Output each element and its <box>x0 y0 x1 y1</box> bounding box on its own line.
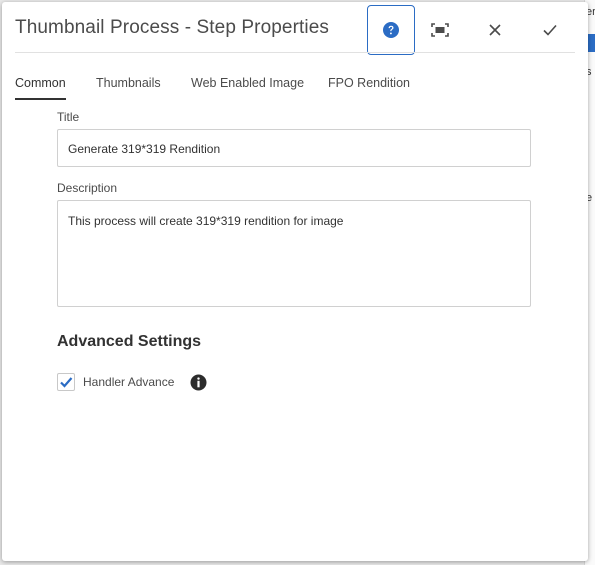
tab-web-enabled-image[interactable]: Web Enabled Image <box>191 76 304 98</box>
description-textarea[interactable]: This process will create 319*319 renditi… <box>57 200 531 307</box>
fullscreen-button[interactable] <box>416 4 464 56</box>
tab-fpo-rendition[interactable]: FPO Rendition <box>328 76 410 98</box>
advanced-settings-heading: Advanced Settings <box>57 333 202 350</box>
help-button[interactable] <box>367 5 415 55</box>
dialog-header: Thumbnail Process - Step Properties <box>2 2 588 55</box>
fullscreen-icon <box>431 23 449 37</box>
header-divider <box>15 52 575 53</box>
done-button[interactable] <box>526 4 574 56</box>
close-button[interactable] <box>471 4 519 56</box>
info-icon[interactable] <box>190 374 207 391</box>
title-input[interactable]: Generate 319*319 Rendition <box>57 129 531 167</box>
description-label: Description <box>57 181 118 195</box>
help-circle-icon <box>383 22 399 38</box>
title-label: Title <box>57 110 80 124</box>
tab-thumbnails[interactable]: Thumbnails <box>96 76 161 98</box>
tab-common[interactable]: Common <box>15 76 66 100</box>
close-icon <box>489 24 501 36</box>
dialog-title: Thumbnail Process - Step Properties <box>15 17 329 38</box>
handler-advance-label: Handler Advance <box>83 375 175 389</box>
step-properties-dialog: Thumbnail Process - Step Properties Comm… <box>2 2 588 561</box>
handler-advance-checkbox[interactable] <box>57 373 75 391</box>
checkmark-icon <box>60 377 73 388</box>
checkmark-icon <box>543 24 557 36</box>
